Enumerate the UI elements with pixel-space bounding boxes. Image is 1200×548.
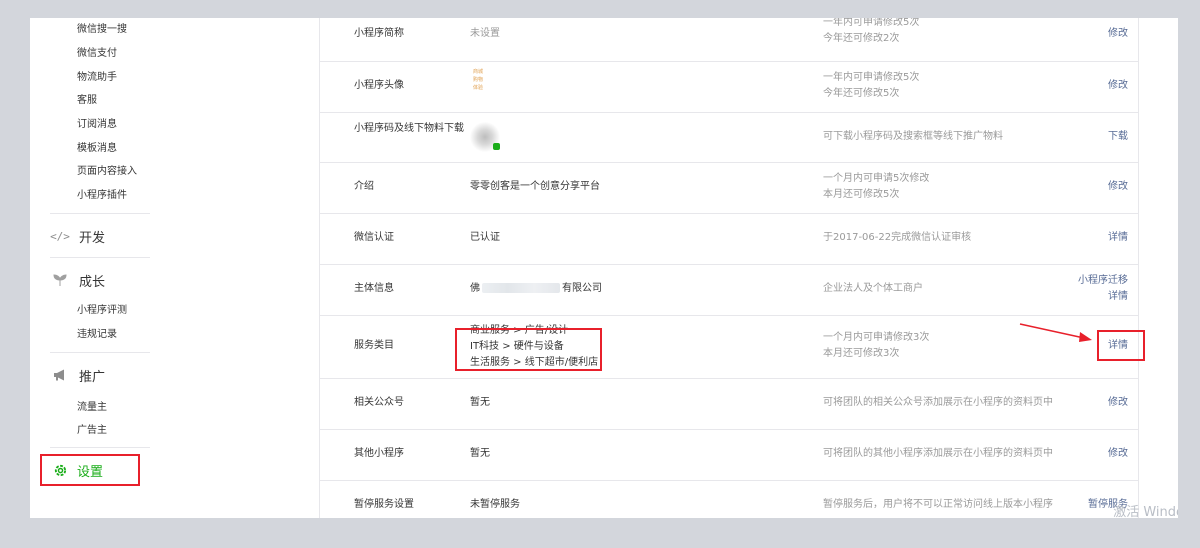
sidebar-section-dev[interactable]: </> 开发 (50, 225, 105, 247)
table-row: 小程序码及线下物料下载 可下载小程序码及搜索框等线下推广物料 下载 (320, 113, 1138, 163)
row-value: 零零创客是一个创意分享平台 (470, 181, 600, 192)
row-note: 可将团队的相关公众号添加展示在小程序的资料页中 (823, 397, 1053, 408)
row-label: 其他小程序 (354, 448, 404, 459)
table-row: 暂停服务设置 未暂停服务 暂停服务后，用户将不可以正常访问线上版本小程序 暂停服… (320, 481, 1138, 518)
main-content: 小程序简称 未设置 一年内可申请修改5次 今年还可修改2次 修改 小程序头像 商… (196, 18, 1178, 518)
table-row: 主体信息 佛 有限公司 企业法人及个体工商户 小程序迁移 详情 (320, 265, 1138, 316)
row-note: 今年还可修改5次 (823, 88, 900, 99)
sprout-icon (50, 272, 70, 288)
download-link[interactable]: 下载 (1108, 129, 1128, 145)
row-label: 小程序码及线下物料下载 (354, 123, 464, 134)
sidebar-divider (50, 447, 150, 448)
avatar-image: 商城 购物 体验 (470, 68, 486, 92)
modify-link[interactable]: 修改 (1108, 395, 1128, 411)
row-value: 佛 有限公司 (470, 281, 602, 297)
sidebar-section-label: 开发 (79, 230, 106, 246)
activation-watermark: 激活 Windo (1113, 505, 1178, 518)
row-note: 一年内可申请修改5次 (823, 18, 920, 28)
row-label: 相关公众号 (354, 397, 404, 408)
sidebar-divider (50, 213, 150, 214)
sidebar-item-advertiser[interactable]: 广告主 (77, 424, 107, 438)
row-note: 暂停服务后，用户将不可以正常访问线上版本小程序 (823, 499, 1053, 510)
sidebar-section-label: 成长 (79, 274, 106, 290)
sidebar-item-wechat-search[interactable]: 微信搜一搜 (77, 23, 127, 37)
sidebar-item-plugins[interactable]: 小程序插件 (77, 189, 127, 203)
row-note: 企业法人及个体工商户 (823, 283, 923, 294)
row-note: 今年还可修改2次 (823, 33, 900, 44)
qr-code-image (470, 122, 500, 152)
row-note: 本月还可修改3次 (823, 348, 900, 359)
sidebar-section-label: 设置 (77, 464, 104, 480)
modify-link[interactable]: 修改 (1108, 26, 1128, 42)
sidebar-item-evaluation[interactable]: 小程序评测 (77, 304, 127, 318)
sidebar-item-violations[interactable]: 违规记录 (77, 328, 117, 342)
row-note: 于2017-06-22完成微信认证审核 (823, 232, 972, 243)
entity-name-suffix: 有限公司 (562, 283, 602, 294)
highlight-box-categories (455, 328, 602, 371)
modify-link[interactable]: 修改 (1108, 78, 1128, 94)
sidebar-item-subscribe-msg[interactable]: 订阅消息 (77, 118, 117, 132)
sidebar-item-page-content[interactable]: 页面内容接入 (77, 165, 137, 179)
sidebar-item-traffic-owner[interactable]: 流量主 (77, 401, 107, 415)
row-label: 小程序简称 (354, 28, 404, 39)
megaphone-icon (50, 367, 70, 383)
sidebar-item-template-msg[interactable]: 模板消息 (77, 142, 117, 156)
row-label: 服务类目 (354, 340, 394, 351)
row-value: 已认证 (470, 232, 500, 243)
arrow-annotation-icon (1019, 323, 1092, 342)
sidebar-section-promo[interactable]: 推广 (50, 364, 105, 386)
table-row: 相关公众号 暂无 可将团队的相关公众号添加展示在小程序的资料页中 修改 (320, 379, 1138, 430)
table-row: 小程序头像 商城 购物 体验 一年内可申请修改5次 今年还可修改5次 修改 (320, 62, 1138, 113)
sidebar-divider (50, 352, 150, 353)
sidebar-divider (50, 257, 150, 258)
highlight-box-details (1097, 330, 1145, 361)
row-value: 暂无 (470, 397, 490, 408)
sidebar-item-customer-service[interactable]: 客服 (77, 94, 97, 108)
row-value: 未暂停服务 (470, 499, 520, 510)
row-note: 本月还可修改5次 (823, 189, 900, 200)
row-note: 可下载小程序码及搜索框等线下推广物料 (823, 131, 1003, 142)
sidebar-section-settings[interactable]: 设置 (40, 454, 140, 486)
row-note: 一个月内可申请5次修改 (823, 173, 930, 184)
sidebar-section-growth[interactable]: 成长 (50, 269, 105, 291)
row-value: 未设置 (470, 28, 500, 39)
table-row: 介绍 零零创客是一个创意分享平台 一个月内可申请5次修改 本月还可修改5次 修改 (320, 163, 1138, 214)
settings-table: 小程序简称 未设置 一年内可申请修改5次 今年还可修改2次 修改 小程序头像 商… (319, 18, 1139, 518)
row-label: 介绍 (354, 181, 374, 192)
gear-icon (52, 462, 68, 478)
qr-code-icon (470, 122, 500, 152)
table-row: 其他小程序 暂无 可将团队的其他小程序添加展示在小程序的资料页中 修改 (320, 430, 1138, 481)
code-icon: </> (50, 229, 70, 243)
row-label: 暂停服务设置 (354, 499, 414, 510)
row-label: 微信认证 (354, 232, 394, 243)
details-link[interactable]: 详情 (1108, 289, 1128, 305)
details-link[interactable]: 详情 (1108, 230, 1128, 246)
sidebar: 微信搜一搜 微信支付 物流助手 客服 订阅消息 模板消息 页面内容接入 小程序插… (30, 18, 197, 518)
row-note: 一个月内可申请修改3次 (823, 332, 930, 343)
modify-link[interactable]: 修改 (1108, 179, 1128, 195)
entity-name-prefix: 佛 (470, 283, 480, 294)
table-row: 微信认证 已认证 于2017-06-22完成微信认证审核 详情 (320, 214, 1138, 265)
modify-link[interactable]: 修改 (1108, 446, 1128, 462)
sidebar-item-logistics[interactable]: 物流助手 (77, 71, 117, 85)
redacted-block (482, 283, 560, 293)
avatar-logo: 商城 购物 体验 (472, 69, 483, 91)
sidebar-item-wechat-pay[interactable]: 微信支付 (77, 47, 117, 61)
row-value: 暂无 (470, 448, 490, 459)
row-label: 主体信息 (354, 283, 394, 294)
sidebar-section-label: 推广 (79, 369, 106, 385)
row-label: 小程序头像 (354, 80, 404, 91)
row-note: 一年内可申请修改5次 (823, 72, 920, 83)
app-window: 微信搜一搜 微信支付 物流助手 客服 订阅消息 模板消息 页面内容接入 小程序插… (30, 18, 1178, 518)
table-row: 小程序简称 未设置 一年内可申请修改5次 今年还可修改2次 修改 (320, 18, 1138, 62)
migrate-link[interactable]: 小程序迁移 (1078, 273, 1128, 289)
table-row: 服务类目 商业服务 > 广告/设计 IT科技 > 硬件与设备 生活服务 > 线下… (320, 316, 1138, 379)
row-note: 可将团队的其他小程序添加展示在小程序的资料页中 (823, 448, 1053, 459)
